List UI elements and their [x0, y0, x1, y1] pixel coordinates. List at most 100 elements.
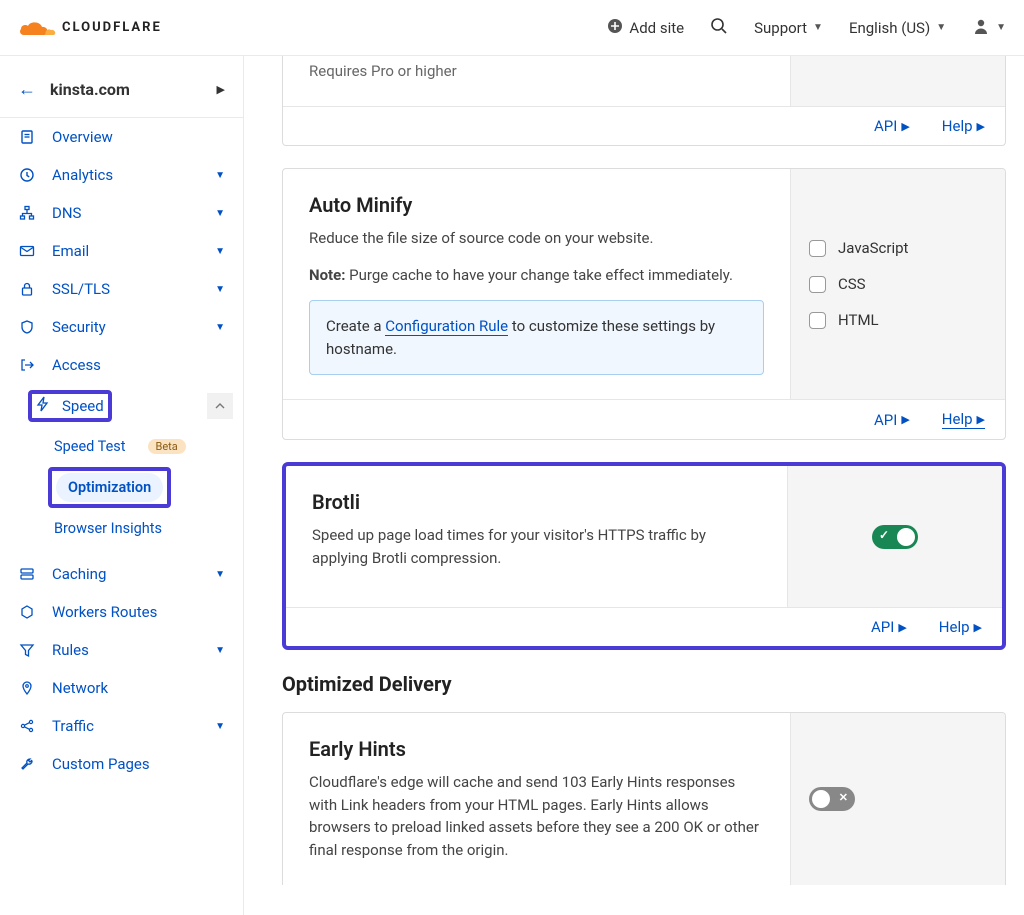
chevron-down-icon: ▼ — [215, 322, 225, 333]
triangle-right-icon: ▶ — [977, 413, 985, 426]
main-content: Requires Pro or higher API▶ Help▶ Auto M… — [244, 56, 1024, 915]
sidebar-item-security[interactable]: Security ▼ — [0, 308, 243, 346]
add-site-button[interactable]: Add site — [607, 18, 684, 38]
sidebar-item-network[interactable]: Network — [0, 669, 243, 707]
search-button[interactable] — [710, 17, 728, 39]
chevron-down-icon: ▼ — [215, 170, 225, 181]
pin-icon — [18, 680, 36, 696]
search-icon — [710, 17, 728, 39]
triangle-right-icon: ▶ — [901, 120, 909, 133]
chevron-down-icon: ▼ — [215, 208, 225, 219]
card-brotli: Brotli Speed up page load times for your… — [282, 462, 1006, 650]
requires-label: Requires Pro or higher — [309, 62, 764, 80]
collapse-icon[interactable] — [207, 393, 233, 419]
lock-icon — [18, 281, 36, 297]
card-auto-minify: Auto Minify Reduce the file size of sour… — [282, 168, 1006, 440]
site-selector[interactable]: ← kinsta.com ▶ — [0, 62, 243, 118]
top-bar: CLOUDFLARE Add site Support ▼ English (U… — [0, 0, 1024, 56]
api-link[interactable]: API▶ — [874, 117, 910, 135]
plus-circle-icon — [607, 18, 623, 38]
exit-icon — [18, 357, 36, 373]
checkbox-html[interactable]: HTML — [809, 311, 879, 329]
card-title: Brotli — [312, 490, 761, 514]
brand-text: CLOUDFLARE — [62, 20, 162, 35]
site-domain: kinsta.com — [50, 80, 130, 99]
caret-down-icon: ▼ — [813, 22, 823, 33]
top-actions: Add site Support ▼ English (US) ▼ ▼ — [607, 17, 1006, 39]
checkbox-icon — [809, 276, 826, 293]
brand-logo[interactable]: CLOUDFLARE — [18, 17, 162, 39]
account-menu[interactable]: ▼ — [972, 17, 1006, 39]
cloud-icon — [18, 17, 56, 39]
sidebar-item-dns[interactable]: DNS ▼ — [0, 194, 243, 232]
help-link[interactable]: Help▶ — [942, 117, 985, 135]
sidebar-item-rules[interactable]: Rules ▼ — [0, 631, 243, 669]
chevron-down-icon: ▼ — [215, 246, 225, 257]
sidebar-sub-speedtest[interactable]: Speed Test Beta — [0, 428, 243, 465]
checkbox-css[interactable]: CSS — [809, 275, 866, 293]
early-hints-toggle[interactable] — [809, 787, 855, 811]
sidebar: ← kinsta.com ▶ Overview Analytics ▼ DNS … — [0, 56, 244, 915]
chevron-right-icon: ▶ — [217, 83, 225, 96]
sidebar-item-email[interactable]: Email ▼ — [0, 232, 243, 270]
sidebar-item-access[interactable]: Access — [0, 346, 243, 384]
checkbox-icon — [809, 240, 826, 257]
chevron-down-icon: ▼ — [215, 645, 225, 656]
support-menu[interactable]: Support ▼ — [754, 19, 823, 37]
chevron-down-icon: ▼ — [215, 721, 225, 732]
storage-icon — [18, 566, 36, 582]
language-menu[interactable]: English (US) ▼ — [849, 19, 946, 37]
sidebar-sub-optimization-highlight: Optimization — [48, 467, 171, 508]
sidebar-item-ssl[interactable]: SSL/TLS ▼ — [0, 270, 243, 308]
triangle-right-icon: ▶ — [898, 621, 906, 634]
help-link[interactable]: Help▶ — [942, 410, 985, 429]
card-desc: Cloudflare's edge will cache and send 10… — [309, 771, 764, 861]
sidebar-sub-optimization[interactable]: Optimization — [56, 473, 163, 502]
api-link[interactable]: API▶ — [871, 618, 907, 636]
share-icon — [18, 718, 36, 734]
card-note: Note: Purge cache to have your change ta… — [309, 264, 764, 287]
sidebar-item-custom-pages[interactable]: Custom Pages — [0, 745, 243, 783]
sidebar-sub-browser-insights[interactable]: Browser Insights — [0, 510, 243, 547]
card-title: Auto Minify — [309, 193, 764, 217]
back-arrow-icon[interactable]: ← — [18, 79, 36, 100]
config-rule-callout: Create a Configuration Rule to customize… — [309, 300, 764, 375]
card-title: Early Hints — [309, 737, 764, 761]
checkbox-icon — [809, 312, 826, 329]
clock-icon — [18, 167, 36, 183]
sidebar-item-analytics[interactable]: Analytics ▼ — [0, 156, 243, 194]
card-desc: Reduce the file size of source code on y… — [309, 227, 764, 250]
card-desc: Speed up page load times for your visito… — [312, 524, 761, 569]
clipboard-icon — [18, 129, 36, 145]
api-link[interactable]: API▶ — [874, 410, 910, 429]
user-icon — [972, 17, 990, 39]
triangle-right-icon: ▶ — [901, 413, 909, 426]
lightning-icon — [36, 396, 50, 416]
configuration-rule-link[interactable]: Configuration Rule — [385, 317, 508, 336]
checkbox-js[interactable]: JavaScript — [809, 239, 908, 257]
triangle-right-icon: ▶ — [977, 120, 985, 133]
caret-down-icon: ▼ — [936, 22, 946, 33]
wrench-icon — [18, 756, 36, 772]
sidebar-item-overview[interactable]: Overview — [0, 118, 243, 156]
triangle-right-icon: ▶ — [974, 621, 982, 634]
card-early-hints: Early Hints Cloudflare's edge will cache… — [282, 712, 1006, 885]
shield-icon — [18, 319, 36, 335]
sidebar-item-speed[interactable]: Speed — [0, 384, 243, 428]
help-link[interactable]: Help▶ — [939, 618, 982, 636]
caret-down-icon: ▼ — [996, 22, 1006, 33]
chevron-down-icon: ▼ — [215, 569, 225, 580]
card-footer: API▶ Help▶ — [283, 106, 1005, 145]
beta-badge: Beta — [148, 439, 186, 454]
hexagon-icon — [18, 604, 36, 620]
brotli-toggle[interactable] — [872, 525, 918, 549]
sidebar-item-caching[interactable]: Caching ▼ — [0, 555, 243, 593]
sidebar-item-workers[interactable]: Workers Routes — [0, 593, 243, 631]
funnel-icon — [18, 642, 36, 658]
mail-icon — [18, 243, 36, 259]
chevron-down-icon: ▼ — [215, 284, 225, 295]
section-heading: Optimized Delivery — [282, 672, 1006, 696]
sidebar-item-traffic[interactable]: Traffic ▼ — [0, 707, 243, 745]
card-truncated: Requires Pro or higher API▶ Help▶ — [282, 56, 1006, 146]
sitemap-icon — [18, 205, 36, 221]
